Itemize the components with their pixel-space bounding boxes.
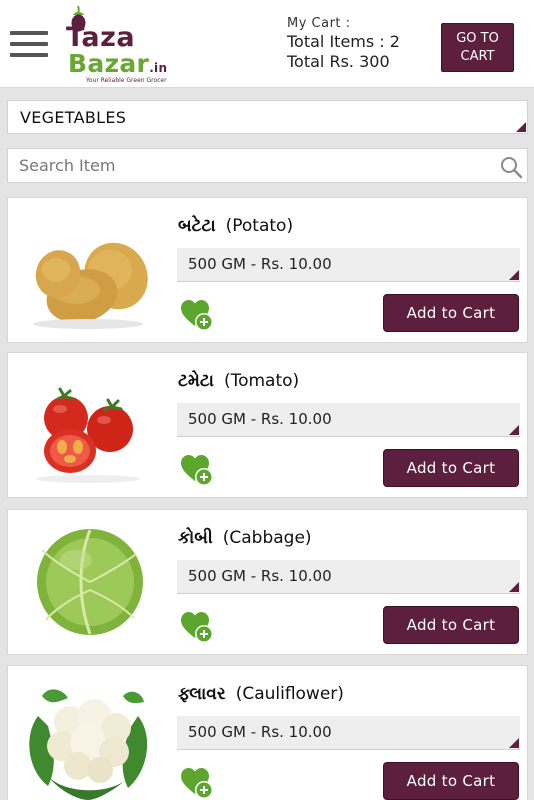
variant-selected-value: 500 GM - Rs. 10.00 — [188, 255, 332, 273]
cart-title: My Cart : — [287, 16, 351, 31]
add-to-wishlist-icon[interactable] — [180, 298, 214, 332]
product-name-gujarati: બટેટા — [178, 216, 216, 236]
variant-dropdown[interactable]: 500 GM - Rs. 10.00 — [177, 560, 520, 594]
dropdown-corner-icon — [509, 738, 519, 748]
product-card-potato: બટેટા (Potato) 500 GM - Rs. 10.00 Add to … — [7, 197, 528, 343]
product-name-english: (Tomato) — [223, 371, 300, 391]
menu-icon[interactable] — [10, 31, 48, 59]
add-to-wishlist-icon[interactable] — [180, 766, 214, 800]
product-name-gujarati: ટમેટા — [178, 371, 214, 391]
dropdown-corner-icon — [509, 582, 519, 592]
go-to-cart-label-line1: GO TO — [456, 30, 499, 46]
go-to-cart-button[interactable]: GO TO CART — [441, 23, 514, 72]
app-header: Taza Bazar.in Your Reliable Green Grocer… — [0, 0, 534, 88]
variant-dropdown[interactable]: 500 GM - Rs. 10.00 — [177, 248, 520, 282]
add-to-wishlist-icon[interactable] — [180, 453, 214, 487]
product-card-tomato: ટમેટા (Tomato) 500 GM - Rs. 10.00 Add to … — [7, 352, 528, 498]
menu-bar — [10, 53, 48, 57]
product-card-cauliflower: ફ્લાવર (Cauliflower) 500 GM - Rs. 10.00 A… — [7, 665, 528, 800]
go-to-cart-label-line2: CART — [460, 48, 495, 64]
product-name: કોબી (Cabbage) — [178, 528, 312, 548]
logo-text-bazar-word: Bazar — [68, 49, 150, 78]
taza-bazar-logo[interactable]: Taza Bazar.in Your Reliable Green Grocer — [66, 4, 178, 84]
cabbage-image — [37, 529, 143, 635]
search-input[interactable] — [8, 149, 488, 182]
tomato-image — [36, 387, 140, 483]
go-to-cart-label: GO TO CART — [456, 30, 499, 66]
category-dropdown[interactable]: VEGETABLES — [7, 100, 528, 134]
product-card-cabbage: કોબી (Cabbage) 500 GM - Rs. 10.00 Add to … — [7, 509, 528, 655]
product-name: ટમેટા (Tomato) — [178, 371, 299, 391]
variant-dropdown[interactable]: 500 GM - Rs. 10.00 — [177, 403, 520, 437]
variant-selected-value: 500 GM - Rs. 10.00 — [188, 723, 332, 741]
add-to-cart-button[interactable]: Add to Cart — [383, 606, 519, 644]
add-to-cart-button[interactable]: Add to Cart — [383, 449, 519, 487]
search-bar — [7, 148, 528, 183]
product-name: બટેટા (Potato) — [178, 216, 293, 236]
dropdown-corner-icon — [516, 122, 526, 132]
cart-total-items: Total Items : 2 — [287, 32, 400, 51]
add-to-cart-button[interactable]: Add to Cart — [383, 294, 519, 332]
product-name-english: (Cauliflower) — [235, 684, 344, 704]
logo-text-bazar: Bazar.in — [68, 51, 167, 76]
potato-image — [33, 242, 148, 329]
add-to-wishlist-icon[interactable] — [180, 610, 214, 644]
logo-tagline: Your Reliable Green Grocer — [86, 77, 167, 84]
product-name: ફ્લાવર (Cauliflower) — [178, 684, 344, 704]
variant-dropdown[interactable]: 500 GM - Rs. 10.00 — [177, 716, 520, 750]
cauliflower-image — [29, 689, 148, 800]
dropdown-corner-icon — [509, 425, 519, 435]
menu-bar — [10, 42, 48, 46]
logo-tld: .in — [149, 61, 168, 75]
category-selected-value: VEGETABLES — [20, 108, 127, 127]
add-to-cart-button[interactable]: Add to Cart — [383, 762, 519, 800]
product-name-gujarati: ફ્લાવર — [178, 684, 226, 704]
product-name-english: (Cabbage) — [222, 528, 312, 548]
product-name-gujarati: કોબી — [178, 528, 213, 548]
logo-text-taza: Taza — [66, 22, 136, 53]
product-name-english: (Potato) — [225, 216, 294, 236]
variant-selected-value: 500 GM - Rs. 10.00 — [188, 410, 332, 428]
cart-summary: My Cart : Total Items : 2 Total Rs. 300 — [287, 16, 400, 72]
menu-bar — [10, 31, 48, 35]
cart-total-amount: Total Rs. 300 — [287, 52, 390, 71]
search-icon[interactable] — [499, 155, 523, 179]
variant-selected-value: 500 GM - Rs. 10.00 — [188, 567, 332, 585]
dropdown-corner-icon — [509, 270, 519, 280]
